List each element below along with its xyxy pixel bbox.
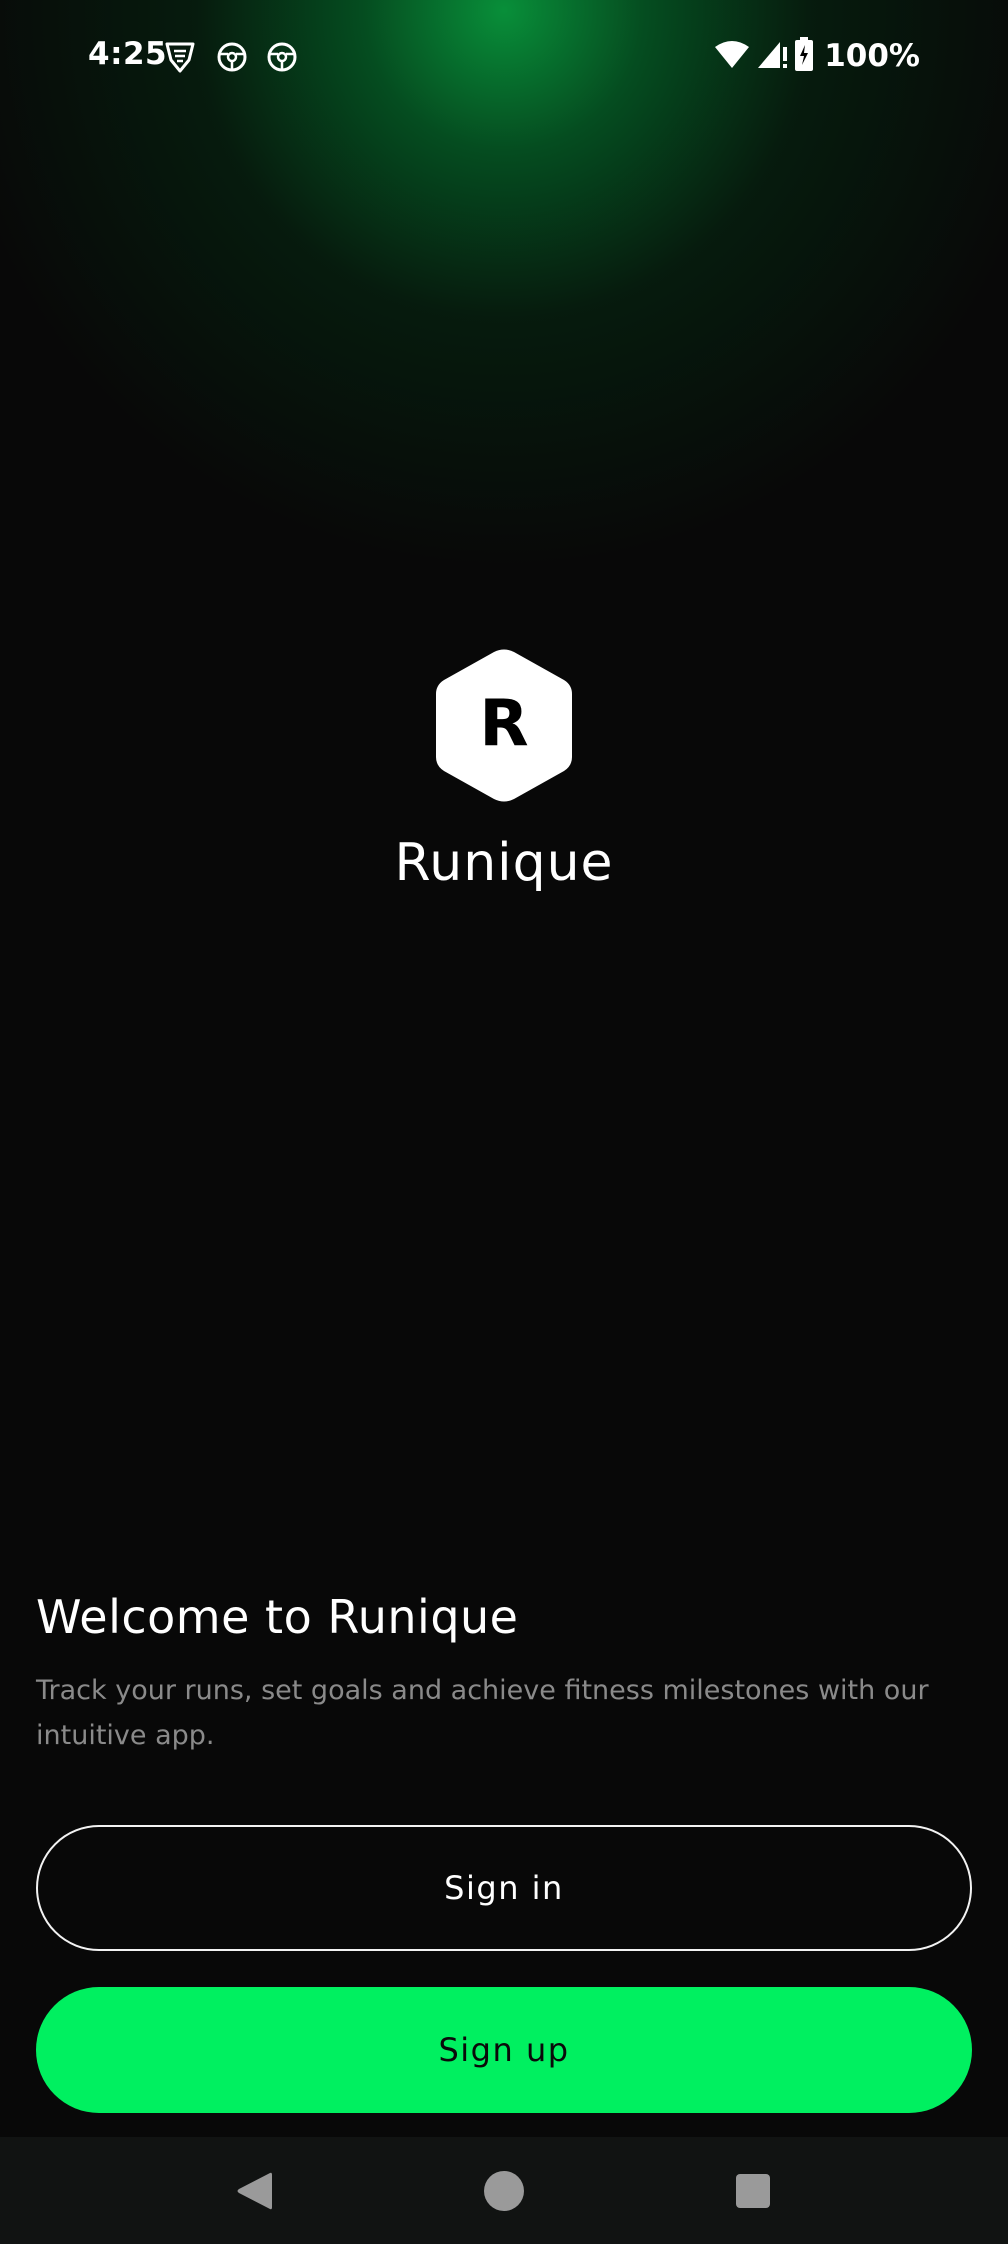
welcome-description: Track your runs, set goals and achieve f…	[36, 1675, 929, 1751]
sign-in-label: Sign in	[444, 1869, 564, 1907]
battery-charging-icon	[794, 37, 814, 75]
welcome-title: Welcome to Runique	[36, 1590, 519, 1644]
status-bar: 4:25 100%	[0, 0, 1008, 115]
home-icon[interactable]	[474, 2161, 534, 2221]
app-name: Runique	[394, 833, 614, 893]
system-nav-bar	[0, 2137, 1008, 2244]
recents-icon[interactable]	[723, 2161, 783, 2221]
sign-up-button[interactable]: Sign up	[36, 1987, 972, 2113]
signal-icon	[756, 39, 788, 73]
vpn-shield-icon	[163, 40, 197, 74]
welcome-screen: 4:25 100% R Runique Welcome to Runique T…	[0, 0, 1008, 2244]
sign-in-button[interactable]: Sign in	[36, 1825, 972, 1951]
battery-percentage: 100%	[824, 38, 920, 74]
steering-wheel-icon	[265, 40, 299, 74]
status-right-group: 100%	[714, 36, 920, 76]
logo-letter: R	[479, 687, 528, 761]
wifi-icon	[714, 39, 750, 73]
back-icon[interactable]	[224, 2161, 284, 2221]
app-logo: R	[434, 648, 574, 803]
status-time: 4:25	[88, 36, 168, 72]
sign-up-label: Sign up	[438, 2031, 570, 2069]
steering-wheel-icon	[215, 40, 249, 74]
